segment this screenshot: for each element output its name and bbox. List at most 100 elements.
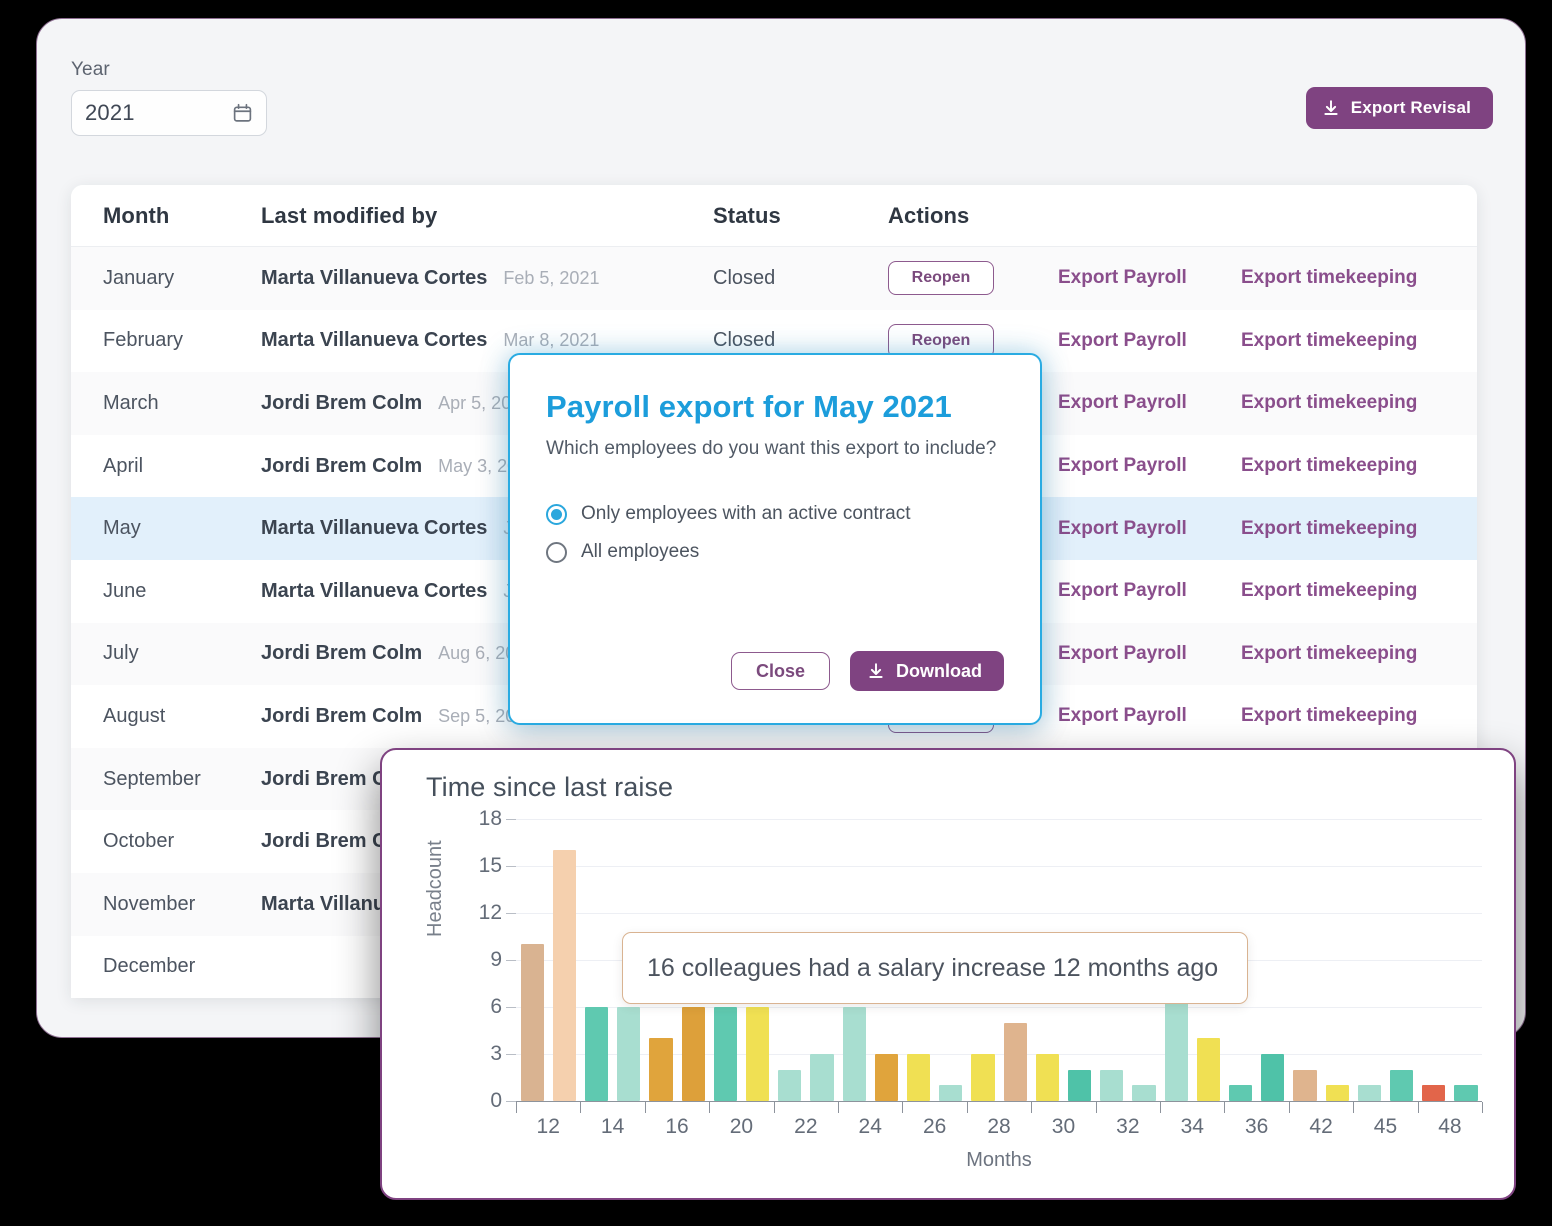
bar[interactable] xyxy=(1228,1085,1253,1101)
bar-slot[interactable] xyxy=(1385,819,1417,1101)
bar[interactable] xyxy=(1164,991,1188,1101)
bar[interactable] xyxy=(1035,1054,1059,1101)
export-timekeeping-link[interactable]: Export timekeeping xyxy=(1241,455,1417,476)
download-button[interactable]: Download xyxy=(850,651,1004,691)
year-input[interactable]: 2021 xyxy=(71,90,267,136)
x-tick-slot xyxy=(580,1102,612,1114)
table-row[interactable]: January Marta Villanueva Cortes Feb 5, 202… xyxy=(71,247,1477,310)
column-header-modified-by: Last modified by xyxy=(261,202,438,228)
bar[interactable] xyxy=(1454,1085,1478,1101)
x-label-slot: 42 xyxy=(1289,1115,1332,1145)
radio-option-active-contract[interactable]: Only employees with an active contract xyxy=(546,503,1004,525)
x-tick-mark xyxy=(838,1102,840,1113)
column-header-actions: Actions xyxy=(888,202,970,228)
x-tick-slot xyxy=(935,1102,967,1114)
bar[interactable] xyxy=(520,944,544,1101)
bar[interactable] xyxy=(1261,1054,1285,1101)
y-tick-label: 9 xyxy=(490,948,502,971)
cell-export-timekeeping: Export timekeeping xyxy=(1241,643,1461,665)
bar-slot[interactable] xyxy=(516,819,548,1101)
export-timekeeping-link[interactable]: Export timekeeping xyxy=(1241,643,1417,664)
y-tick-label: 18 xyxy=(478,807,502,830)
x-tick-slot xyxy=(1095,1102,1128,1114)
bar[interactable] xyxy=(1293,1069,1317,1101)
bar[interactable] xyxy=(842,1007,866,1101)
bar[interactable] xyxy=(939,1085,963,1101)
bar[interactable] xyxy=(1067,1069,1092,1101)
x-label-slot: 45 xyxy=(1353,1115,1397,1145)
export-payroll-link[interactable]: Export Payroll xyxy=(1058,392,1187,413)
x-tick-slot xyxy=(644,1102,677,1114)
x-label-slot: 36 xyxy=(1224,1115,1268,1145)
radio-option-all-employees[interactable]: All employees xyxy=(546,541,1004,563)
calendar-icon[interactable] xyxy=(232,103,253,124)
bar[interactable] xyxy=(649,1038,673,1101)
reopen-button[interactable]: Reopen xyxy=(888,261,994,296)
bar-slot[interactable] xyxy=(1450,819,1482,1101)
export-timekeeping-link[interactable]: Export timekeeping xyxy=(1241,518,1417,539)
x-tick-slot xyxy=(870,1102,902,1114)
bar[interactable] xyxy=(745,1007,770,1101)
bar[interactable] xyxy=(1357,1085,1381,1101)
bar[interactable] xyxy=(874,1054,898,1101)
bar-slot[interactable] xyxy=(580,819,612,1101)
bar[interactable] xyxy=(1390,1069,1414,1101)
bar[interactable] xyxy=(1196,1038,1220,1101)
export-timekeeping-link[interactable]: Export timekeeping xyxy=(1241,580,1417,601)
export-timekeeping-link[interactable]: Export timekeeping xyxy=(1241,267,1417,288)
radio-icon-unselected[interactable] xyxy=(546,541,567,563)
export-timekeeping-link[interactable]: Export timekeeping xyxy=(1241,330,1417,351)
radio-icon-selected[interactable] xyxy=(546,503,567,525)
modified-by-name: Jordi Brem Colm xyxy=(261,642,423,665)
bar-slot[interactable] xyxy=(1289,819,1321,1101)
y-tick-label: 12 xyxy=(478,901,502,924)
export-payroll-link[interactable]: Export Payroll xyxy=(1058,643,1187,664)
bar-slot[interactable] xyxy=(1353,819,1385,1101)
bar[interactable] xyxy=(1325,1085,1349,1101)
bar[interactable] xyxy=(713,1007,737,1101)
export-revisal-label: Export Revisal xyxy=(1350,98,1471,117)
cell-month: November xyxy=(103,892,196,915)
bar[interactable] xyxy=(1003,1022,1027,1101)
bar[interactable] xyxy=(1422,1085,1446,1101)
bar-slot[interactable] xyxy=(1321,819,1353,1101)
bar[interactable] xyxy=(778,1069,802,1101)
bar-slot[interactable] xyxy=(1418,819,1450,1101)
x-tick-mark xyxy=(1417,1102,1419,1113)
cell-export-timekeeping: Export timekeeping xyxy=(1241,330,1461,352)
employee-scope-radio-group: Only employees with an active contract A… xyxy=(546,503,1004,563)
x-label-slot xyxy=(741,1115,773,1145)
x-tick-slot xyxy=(741,1102,773,1114)
modified-by-name: Marta Villanueva Cortes xyxy=(261,266,488,289)
bar[interactable] xyxy=(906,1054,931,1101)
bar[interactable] xyxy=(810,1054,834,1101)
export-payroll-link[interactable]: Export Payroll xyxy=(1058,518,1187,539)
bar[interactable] xyxy=(617,1007,641,1101)
export-payroll-link[interactable]: Export Payroll xyxy=(1058,330,1187,351)
bar-slot[interactable] xyxy=(548,819,580,1101)
export-payroll-link[interactable]: Export Payroll xyxy=(1058,267,1187,288)
export-timekeeping-link[interactable]: Export timekeeping xyxy=(1241,705,1417,726)
export-payroll-link[interactable]: Export Payroll xyxy=(1058,580,1187,601)
bar[interactable] xyxy=(584,1007,609,1101)
bar[interactable] xyxy=(681,1007,705,1101)
close-button[interactable]: Close xyxy=(730,652,830,690)
x-label-slot: 14 xyxy=(580,1115,624,1145)
bar[interactable] xyxy=(1132,1085,1156,1101)
y-tick-mark xyxy=(506,1054,516,1055)
screenshot-root: Year 2021 Export Revisal Month Last modi… xyxy=(0,0,1552,1226)
bar[interactable] xyxy=(1100,1069,1124,1101)
x-label-slot: 20 xyxy=(709,1115,753,1145)
x-label-slot: 48 xyxy=(1418,1115,1461,1145)
column-header-month: Month xyxy=(103,202,170,228)
export-payroll-link[interactable]: Export Payroll xyxy=(1058,455,1187,476)
export-revisal-button[interactable]: Export Revisal xyxy=(1305,87,1493,129)
cell-month: April xyxy=(103,454,144,477)
export-timekeeping-link[interactable]: Export timekeeping xyxy=(1241,392,1417,413)
export-payroll-link[interactable]: Export Payroll xyxy=(1058,705,1187,726)
y-tick-label: 3 xyxy=(490,1042,502,1065)
bar[interactable] xyxy=(552,850,576,1101)
bar[interactable] xyxy=(971,1054,995,1101)
x-label-slot: 28 xyxy=(967,1115,1010,1145)
bar-slot[interactable] xyxy=(1257,819,1289,1101)
